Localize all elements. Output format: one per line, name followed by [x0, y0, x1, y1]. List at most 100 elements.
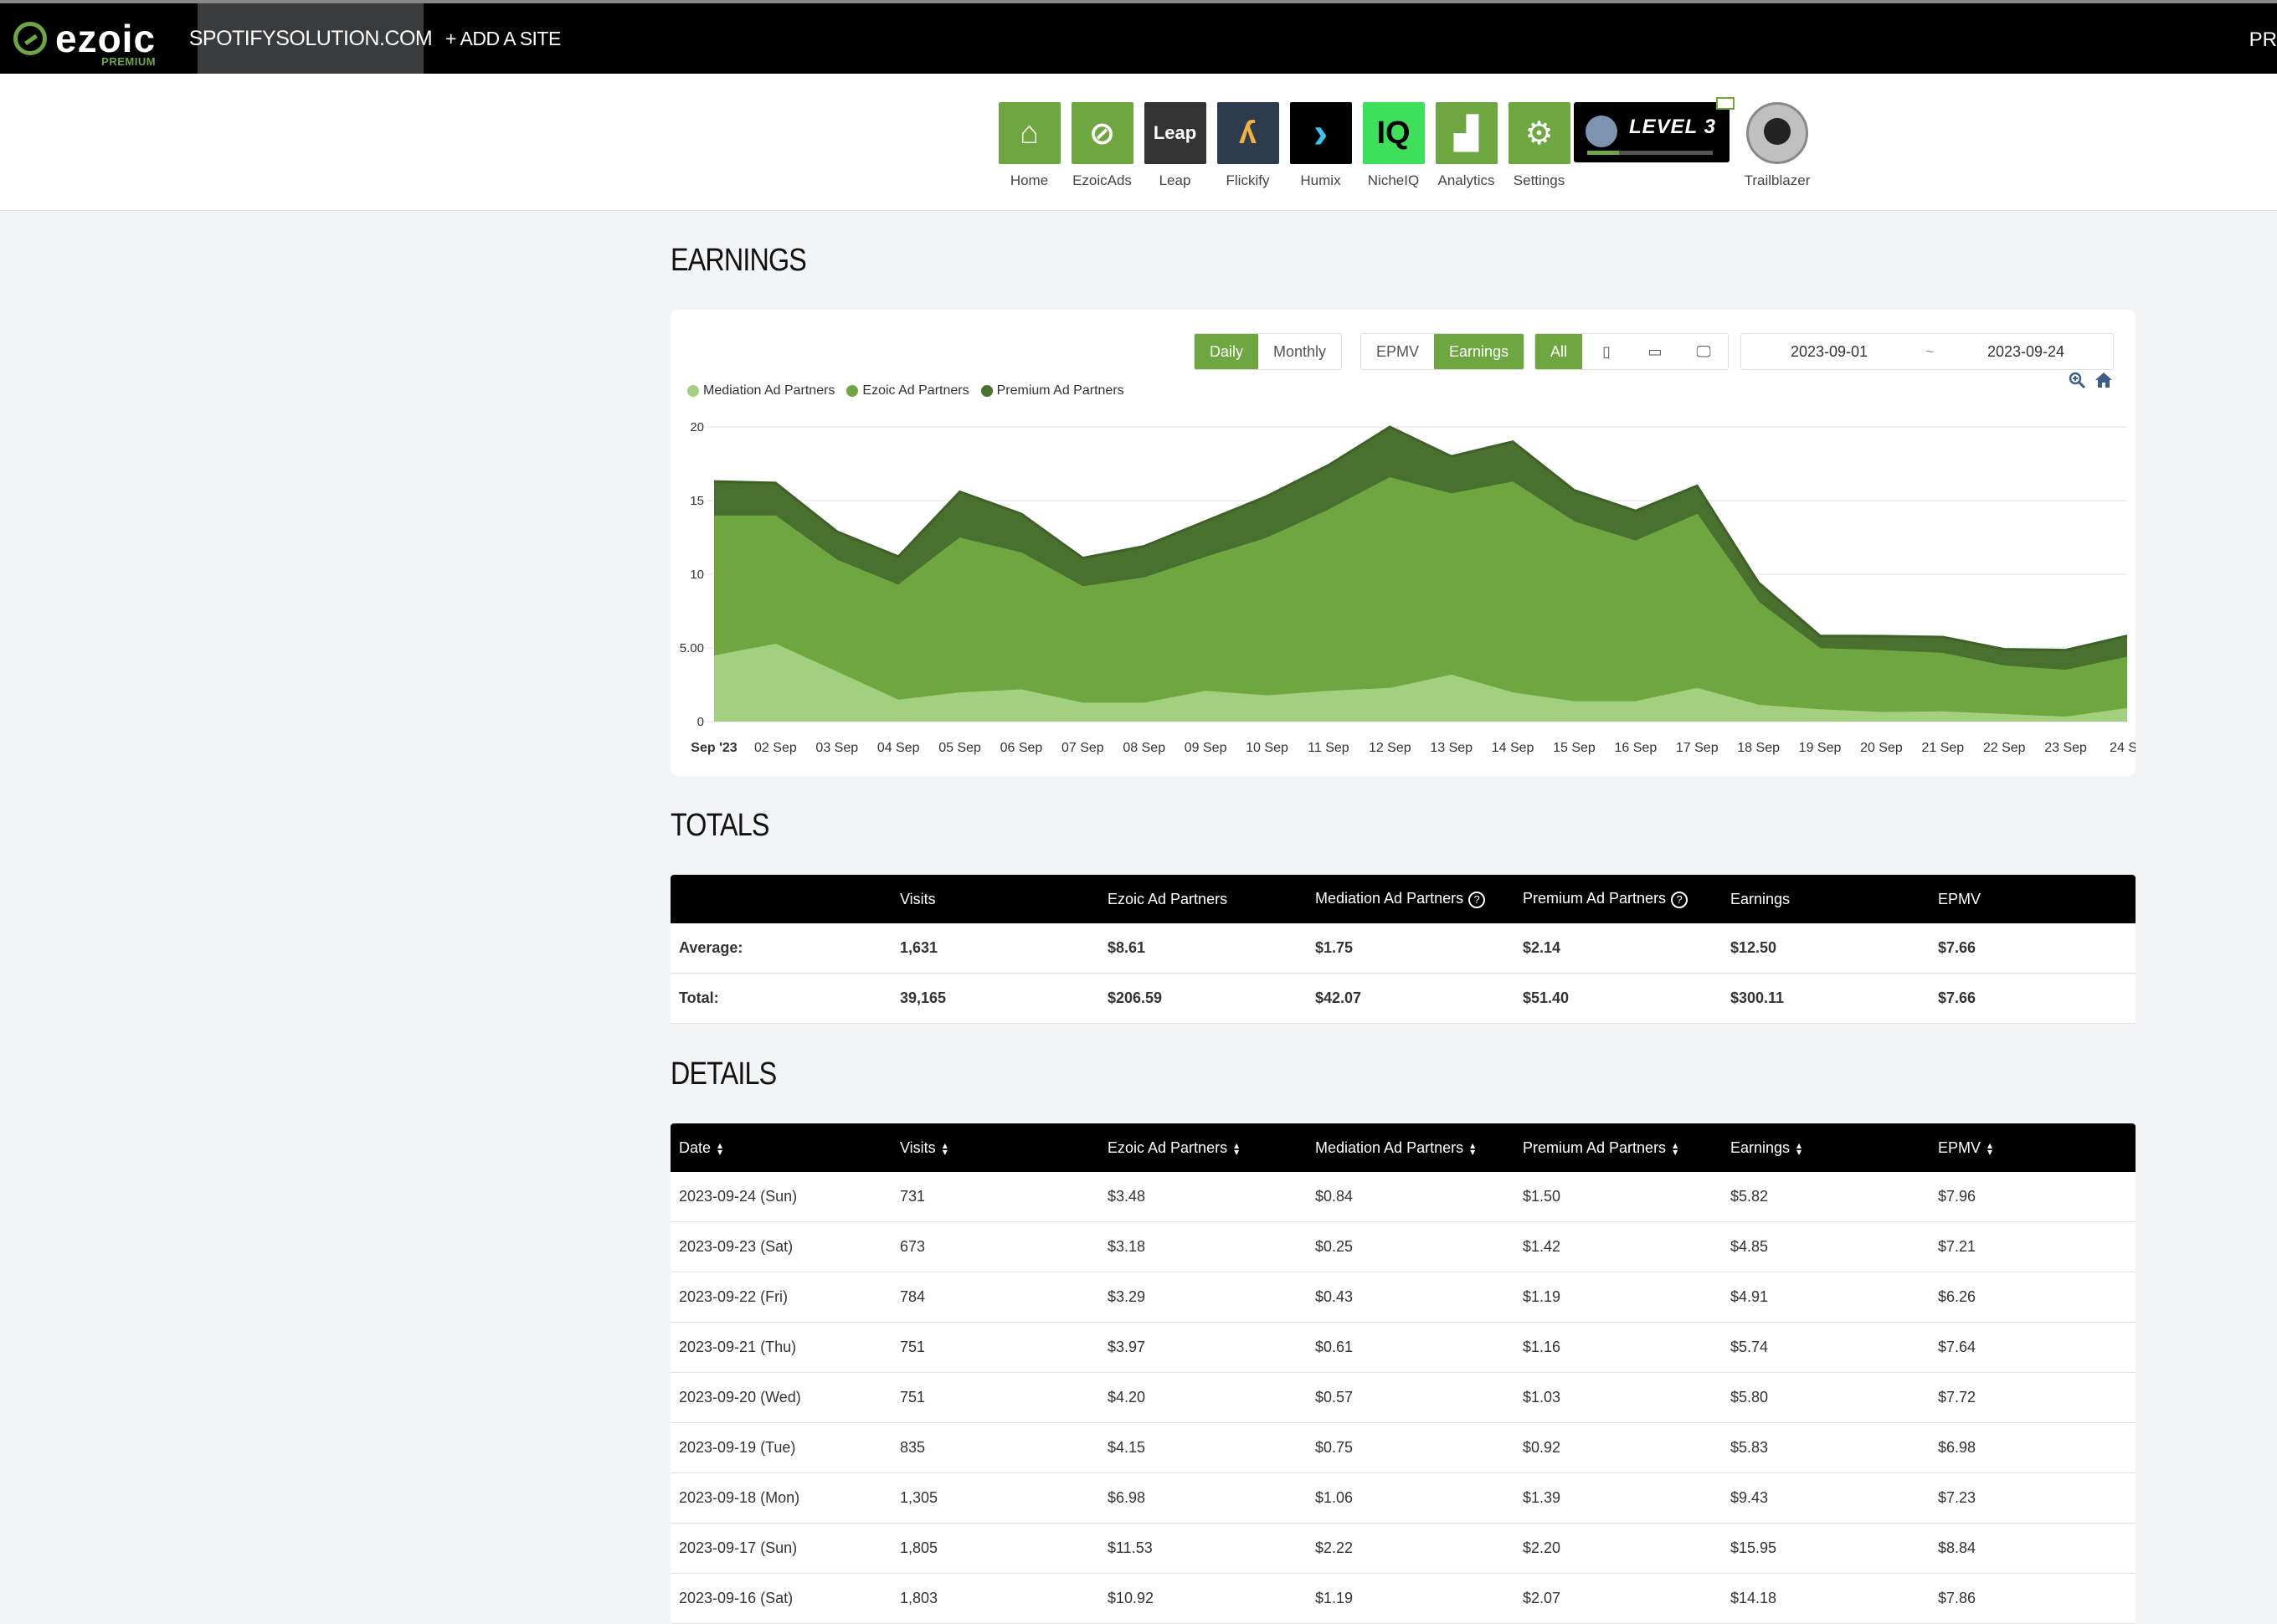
totals-header-premium: Premium Ad Partners?	[1514, 890, 1722, 908]
header-label: Premium Ad Partners	[1523, 890, 1667, 907]
totals-title: TOTALS	[671, 808, 769, 843]
table-cell: 2023-09-18 (Mon)	[679, 1489, 800, 1506]
y-tick-label: 20	[690, 420, 704, 434]
user-avatar	[1586, 116, 1617, 147]
app-ezoicads[interactable]: ⊘ EzoicAds	[1066, 102, 1138, 189]
legend-label: Ezoic Ad Partners	[862, 383, 969, 398]
totals-header-epmv: EPMV	[1938, 890, 1981, 907]
app-analytics[interactable]: ▟ Analytics	[1430, 102, 1503, 189]
totals-row: Average: 1,631 $8.61 $1.75 $2.14 $12.50 $7.66	[671, 923, 2136, 974]
sort-icon[interactable]: ▴ ▾	[717, 1140, 722, 1157]
ezoic-logo[interactable]: ezoic PREMIUM	[0, 3, 198, 74]
table-cell: $0.75	[1315, 1439, 1354, 1456]
sort-icon[interactable]: ▴ ▾	[943, 1140, 948, 1157]
site-tab[interactable]: SPOTIFYSOLUTION.COM	[189, 3, 433, 74]
header-label: EPMV	[1938, 1138, 1981, 1156]
zoom-icon[interactable]	[2067, 370, 2087, 390]
x-tick-label: 12 Sep	[1369, 741, 1411, 755]
totals-header-ezoic: Ezoic Ad Partners	[1108, 890, 1228, 907]
app-leap[interactable]: Leap Leap	[1138, 102, 1211, 189]
mobile-device-icon[interactable]: ▯	[1582, 334, 1632, 369]
x-tick-label: 20 Sep	[1860, 741, 1903, 755]
app-launcher-bar: ⌂ Home ⊘ EzoicAds Leap Leap ʎ Flickify › Humix IQ N…	[0, 74, 2277, 211]
epmv-button[interactable]: EPMV	[1361, 334, 1435, 369]
help-icon[interactable]: ?	[1468, 891, 1486, 908]
sort-icon[interactable]: ▴ ▾	[1234, 1140, 1239, 1157]
table-cell: $14.18	[1730, 1590, 1777, 1606]
end-date[interactable]: 2023-09-24	[1942, 343, 2110, 361]
trailblazer-badge[interactable]: Trailblazer	[1741, 102, 1813, 189]
sort-icon[interactable]: ▴ ▾	[1987, 1140, 1992, 1157]
sortable-header[interactable]: Premium Ad Partners ▴ ▾	[1514, 1139, 1722, 1157]
details-title: DETAILS	[671, 1056, 777, 1092]
table-cell: $8.61	[1108, 939, 1146, 956]
table-cell: $0.92	[1523, 1439, 1561, 1456]
legend-label: Mediation Ad Partners	[703, 383, 835, 398]
sort-icon[interactable]: ▴ ▾	[1796, 1140, 1802, 1157]
sort-icon[interactable]: ▴ ▾	[1470, 1140, 1475, 1157]
table-cell: $0.61	[1315, 1339, 1354, 1355]
legend-ezoic[interactable]: Ezoic Ad Partners	[846, 383, 969, 398]
x-tick-label: 21 Sep	[1921, 741, 1964, 755]
header-label: Date	[679, 1138, 712, 1156]
table-cell: $2.07	[1523, 1590, 1561, 1606]
app-humix[interactable]: › Humix	[1284, 102, 1357, 189]
table-cell: $1.50	[1523, 1188, 1561, 1205]
logo-premium-label: PREMIUM	[101, 55, 157, 68]
help-icon[interactable]: ?	[1671, 891, 1688, 908]
sortable-header[interactable]: Visits ▴ ▾	[892, 1139, 1099, 1157]
table-cell: $4.15	[1108, 1439, 1146, 1456]
period-toggle: Daily Monthly	[1194, 333, 1343, 370]
humix-icon: ›	[1289, 102, 1352, 164]
home-reset-icon[interactable]	[2094, 370, 2114, 390]
app-flickify[interactable]: ʎ Flickify	[1211, 102, 1284, 189]
x-tick-label: 19 Sep	[1799, 741, 1842, 755]
sort-icon[interactable]: ▴ ▾	[1673, 1140, 1678, 1157]
header-label: Earnings	[1730, 1138, 1791, 1156]
level-badge[interactable]: LEVEL 3	[1574, 102, 1730, 162]
app-home[interactable]: ⌂ Home	[993, 102, 1066, 189]
table-cell: 784	[900, 1288, 926, 1305]
table-cell: $7.66	[1938, 939, 1976, 956]
earnings-button[interactable]: Earnings	[1434, 334, 1524, 369]
app-label: Humix	[1300, 172, 1341, 188]
desktop-device-icon[interactable]: 🖵	[1679, 334, 1729, 369]
monthly-button[interactable]: Monthly	[1258, 334, 1342, 369]
legend-premium[interactable]: Premium Ad Partners	[980, 383, 1124, 398]
level-progress-bar	[1587, 151, 1713, 155]
table-cell: $1.19	[1315, 1590, 1354, 1606]
add-site-link[interactable]: + ADD A SITE	[445, 28, 561, 50]
legend-mediation[interactable]: Mediation Ad Partners	[687, 383, 835, 398]
tablet-device-icon[interactable]: ▭	[1631, 334, 1680, 369]
table-cell: $4.85	[1730, 1238, 1769, 1255]
table-cell: 2023-09-16 (Sat)	[679, 1590, 794, 1606]
astronaut-icon	[1746, 102, 1808, 164]
app-label: EzoicAds	[1072, 172, 1132, 188]
app-nicheiq[interactable]: IQ NicheIQ	[1357, 102, 1430, 189]
sortable-header[interactable]: Mediation Ad Partners ▴ ▾	[1307, 1139, 1514, 1157]
totals-body: Average: 1,631 $8.61 $1.75 $2.14 $12.50 $7.66 T…	[671, 923, 2136, 1024]
start-date[interactable]: 2023-09-01	[1741, 343, 1917, 361]
table-cell: 2023-09-21 (Thu)	[679, 1339, 797, 1355]
details-table: Date ▴ ▾ Visits ▴ ▾ Ezoic Ad Partners ▴ ▾ Mediati…	[671, 1123, 2136, 1624]
details-body: 2023-09-24 (Sun) 731 $3.48 $0.84 $1.50 $5.82 $…	[671, 1172, 2136, 1624]
device-all-button[interactable]: All	[1535, 334, 1583, 369]
y-tick-label: 0	[697, 715, 704, 729]
app-settings[interactable]: ⚙ Settings	[1503, 102, 1575, 189]
x-tick-label: 04 Sep	[877, 741, 920, 755]
mail-icon[interactable]	[1716, 97, 1735, 110]
topbar-right-text[interactable]: PR	[2249, 28, 2277, 52]
table-cell: $7.96	[1938, 1188, 1976, 1205]
totals-row: Total: 39,165 $206.59 $42.07 $51.40 $300.11 $7…	[671, 974, 2136, 1024]
app-label: Flickify	[1226, 172, 1270, 188]
sortable-header[interactable]: EPMV ▴ ▾	[1930, 1139, 2136, 1157]
table-cell: $1.16	[1523, 1339, 1561, 1355]
daily-button[interactable]: Daily	[1195, 334, 1259, 369]
sortable-header[interactable]: Date ▴ ▾	[671, 1139, 892, 1157]
settings-icon: ⚙	[1508, 102, 1570, 164]
sortable-header[interactable]: Ezoic Ad Partners ▴ ▾	[1099, 1139, 1307, 1157]
date-range-picker[interactable]: 2023-09-01 ~ 2023-09-24	[1740, 333, 2114, 370]
table-cell: $300.11	[1730, 989, 1785, 1006]
totals-header-mediation: Mediation Ad Partners?	[1307, 890, 1514, 908]
sortable-header[interactable]: Earnings ▴ ▾	[1722, 1139, 1930, 1157]
